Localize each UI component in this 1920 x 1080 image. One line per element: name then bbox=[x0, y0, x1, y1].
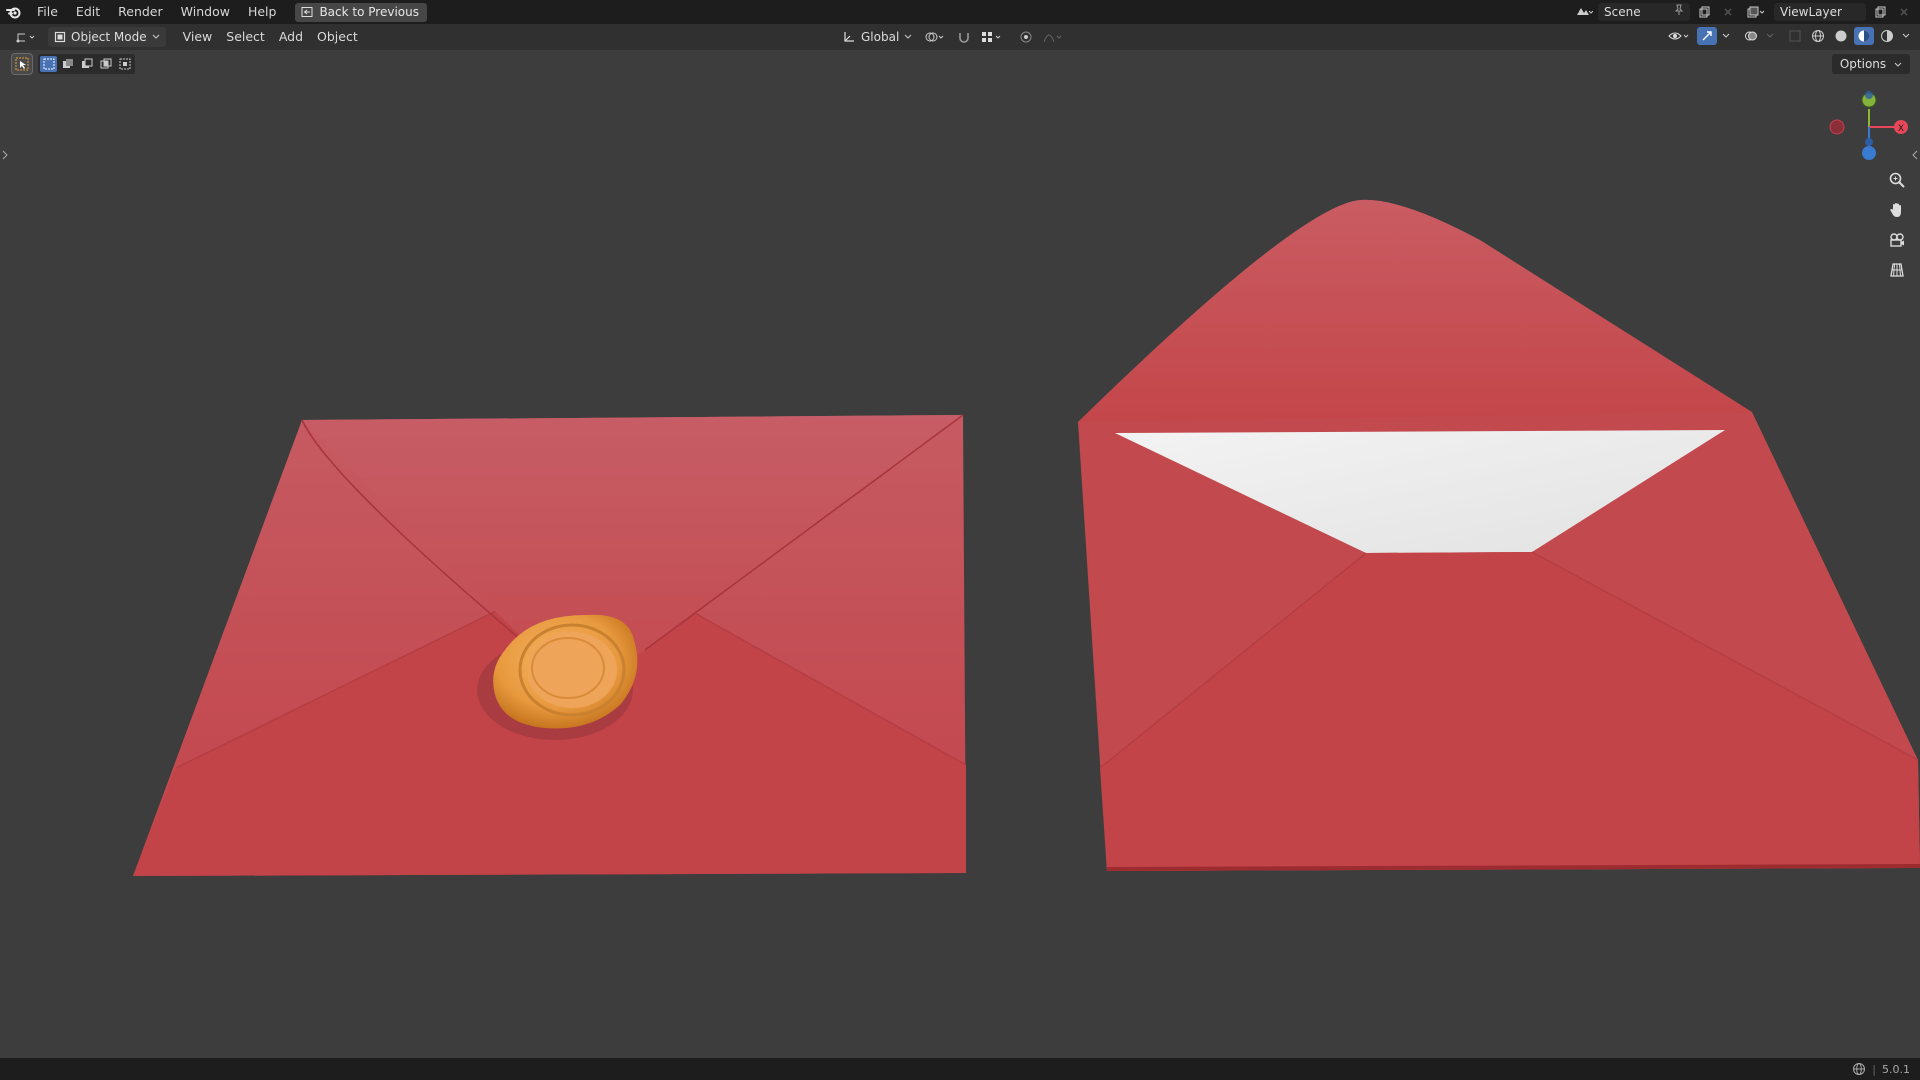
view-layer-name-field[interactable]: ViewLayer bbox=[1774, 3, 1866, 21]
network-globe-icon bbox=[1853, 1063, 1866, 1075]
scene-name-field[interactable]: Scene bbox=[1598, 3, 1690, 21]
3d-viewport-icon bbox=[16, 33, 35, 43]
header-menu-select[interactable]: Select bbox=[219, 27, 272, 47]
menu-file[interactable]: File bbox=[28, 0, 67, 24]
pivot-point-icon[interactable] bbox=[922, 28, 950, 46]
header-menu-object[interactable]: Object bbox=[310, 27, 365, 47]
viewport-scene: X bbox=[133, 91, 1920, 876]
back-to-previous-label: Back to Previous bbox=[319, 4, 419, 19]
menu-help[interactable]: Help bbox=[239, 0, 286, 24]
snap-toggle-icon[interactable] bbox=[954, 28, 974, 46]
pan-hand-icon[interactable] bbox=[1884, 198, 1910, 222]
snap-target-icon[interactable] bbox=[978, 28, 1006, 46]
proportional-falloff-icon[interactable] bbox=[1040, 28, 1068, 46]
rendered-shading-icon[interactable] bbox=[1877, 27, 1897, 45]
status-separator: | bbox=[1872, 1062, 1876, 1076]
new-view-layer-icon[interactable] bbox=[1870, 3, 1890, 21]
camera-view-icon[interactable] bbox=[1884, 228, 1910, 252]
navigation-gizmo[interactable]: X bbox=[1829, 91, 1908, 160]
orientation-axes-icon bbox=[844, 32, 854, 42]
menu-window[interactable]: Window bbox=[172, 0, 239, 24]
delete-scene-icon[interactable] bbox=[1718, 3, 1738, 21]
chevron-down-icon bbox=[152, 34, 159, 39]
proportional-editing-icon[interactable] bbox=[1016, 28, 1036, 46]
header-right-tools bbox=[1666, 27, 1912, 45]
solid-shading-icon[interactable] bbox=[1831, 27, 1851, 45]
wireframe-shading-icon[interactable] bbox=[1808, 27, 1828, 45]
back-to-previous-button[interactable]: Back to Previous bbox=[295, 2, 427, 22]
scene-selector-icon[interactable] bbox=[1574, 3, 1594, 21]
options-dropdown[interactable]: Options bbox=[1831, 54, 1910, 74]
toolbar-expand-icon[interactable] bbox=[2, 150, 8, 163]
object-mode-dropdown[interactable]: Object Mode bbox=[48, 27, 166, 47]
perspective-ortho-icon[interactable] bbox=[1884, 258, 1910, 282]
visibility-selectability-icon[interactable] bbox=[1666, 27, 1694, 45]
gizmo-dropdown-icon[interactable] bbox=[1720, 27, 1732, 45]
pin-icon[interactable] bbox=[1674, 3, 1684, 21]
select-extend-icon[interactable] bbox=[59, 56, 76, 72]
chevron-down-icon bbox=[904, 34, 912, 39]
object-mode-icon bbox=[54, 31, 66, 43]
header-menu-view[interactable]: View bbox=[176, 27, 220, 47]
new-scene-icon[interactable] bbox=[1694, 3, 1714, 21]
editor-type-selector[interactable] bbox=[8, 27, 44, 47]
viewport-header: Object Mode View Select Add Object Globa… bbox=[0, 24, 1920, 50]
chevron-down-icon bbox=[1894, 62, 1902, 67]
header-menu-add[interactable]: Add bbox=[272, 27, 310, 47]
transform-orientation-dropdown[interactable]: Global bbox=[836, 27, 918, 47]
select-subtract-icon[interactable] bbox=[78, 56, 95, 72]
back-icon bbox=[301, 7, 313, 17]
menu-render[interactable]: Render bbox=[109, 0, 172, 24]
gizmo-x-label: X bbox=[1898, 124, 1904, 134]
view-layer-selector-icon[interactable] bbox=[1742, 3, 1770, 21]
top-bar: File Edit Render Window Help Back to Pre… bbox=[0, 0, 1920, 24]
shading-dropdown-icon[interactable] bbox=[1900, 27, 1912, 45]
scene-name-label: Scene bbox=[1604, 5, 1641, 19]
overlays-dropdown-icon[interactable] bbox=[1764, 27, 1776, 45]
select-tool-icon[interactable] bbox=[11, 53, 33, 75]
transform-orientation-label: Global bbox=[861, 30, 900, 44]
delete-view-layer-icon[interactable] bbox=[1894, 3, 1914, 21]
xray-toggle-icon[interactable] bbox=[1785, 27, 1805, 45]
select-new-icon[interactable] bbox=[40, 56, 57, 72]
status-bar: | 5.0.1 bbox=[0, 1058, 1920, 1080]
open-envelope[interactable] bbox=[1078, 199, 1920, 871]
gizmo-toggle-icon[interactable] bbox=[1697, 27, 1717, 45]
menu-edit[interactable]: Edit bbox=[67, 0, 109, 24]
view-layer-name-label: ViewLayer bbox=[1780, 5, 1842, 19]
select-intersect-icon[interactable] bbox=[116, 56, 133, 72]
3d-viewport[interactable]: X bbox=[0, 50, 1920, 1058]
options-label: Options bbox=[1839, 57, 1887, 71]
selection-mode-group bbox=[38, 54, 135, 74]
overlays-toggle-icon[interactable] bbox=[1741, 27, 1761, 45]
tool-settings-row bbox=[11, 53, 135, 75]
sidebar-expand-icon[interactable] bbox=[1912, 150, 1918, 163]
blender-logo-icon[interactable] bbox=[0, 0, 28, 24]
zoom-icon[interactable] bbox=[1884, 168, 1910, 192]
header-center-tools: Global bbox=[836, 27, 1068, 47]
top-right-controls: Scene ViewLayer bbox=[1574, 0, 1920, 24]
select-invert-icon[interactable] bbox=[97, 56, 114, 72]
version-label: 5.0.1 bbox=[1882, 1062, 1910, 1076]
material-preview-shading-icon[interactable] bbox=[1854, 27, 1874, 45]
object-mode-label: Object Mode bbox=[71, 30, 147, 44]
version-info: | 5.0.1 bbox=[1852, 1062, 1910, 1076]
viewport-navigation-buttons bbox=[1884, 168, 1910, 282]
